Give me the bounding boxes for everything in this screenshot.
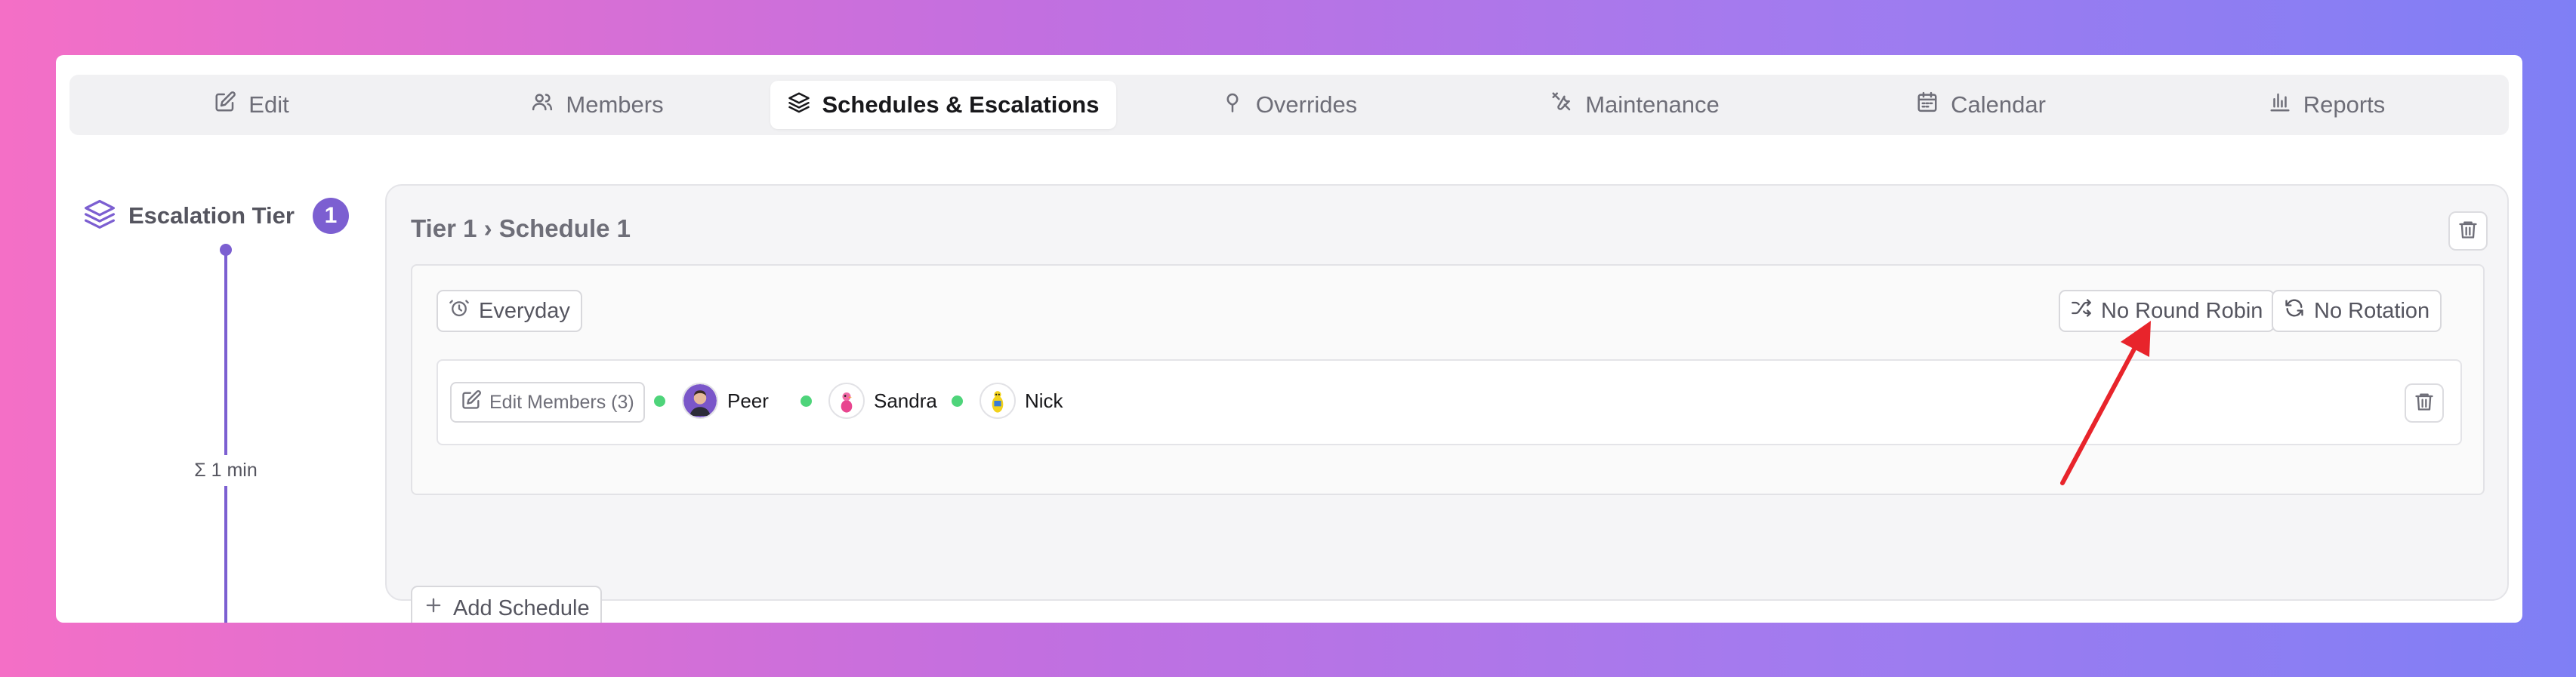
edit-members-button[interactable]: Edit Members (3)	[450, 382, 645, 423]
calendar-icon	[1916, 91, 1939, 119]
trash-icon	[2414, 391, 2435, 416]
refresh-icon	[2284, 297, 2305, 325]
round-robin-label: No Round Robin	[2101, 298, 2263, 323]
edit-members-label: Edit Members (3)	[489, 391, 634, 413]
tab-label: Schedules & Escalations	[822, 91, 1100, 118]
add-schedule-button[interactable]: Add Schedule	[411, 586, 602, 623]
escalation-tier-header: Escalation Tier 1	[83, 197, 349, 234]
tab-members[interactable]: Members	[424, 81, 770, 129]
add-schedule-label: Add Schedule	[453, 595, 590, 620]
plus-icon	[423, 595, 444, 622]
avatar	[979, 383, 1016, 419]
tab-reports[interactable]: Reports	[2154, 81, 2500, 129]
trash-icon	[2457, 219, 2479, 244]
delete-tier-button[interactable]	[2448, 211, 2488, 251]
layers-icon	[788, 91, 810, 119]
online-status-dot	[952, 395, 963, 407]
member-chip[interactable]: Peer	[654, 383, 769, 419]
tab-maintenance[interactable]: Maintenance	[1462, 81, 1808, 129]
schedule-card: Everyday No Round Robin No Rotation Edit…	[411, 264, 2485, 495]
member-name: Nick	[1025, 389, 1063, 412]
tab-overrides[interactable]: Overrides	[1116, 81, 1462, 129]
tier-card-title: Tier 1 › Schedule 1	[411, 214, 631, 242]
tab-schedules-escalations[interactable]: Schedules & Escalations	[770, 81, 1116, 129]
layers-icon	[83, 197, 116, 234]
app-window: Edit Members Schedules & Escalations Ove…	[56, 55, 2522, 623]
tab-label: Overrides	[1255, 91, 1358, 118]
tier-card: Tier 1 › Schedule 1 Everyday No Round Ro…	[385, 184, 2509, 623]
rotation-button[interactable]: No Rotation	[2272, 290, 2442, 332]
users-icon	[531, 91, 554, 119]
pin-icon	[1221, 91, 1244, 119]
tab-label: Calendar	[1951, 91, 2046, 118]
avatar	[828, 383, 865, 419]
tab-bar: Edit Members Schedules & Escalations Ove…	[69, 75, 2509, 135]
escalation-tier-title: Escalation Tier	[128, 202, 295, 229]
everyday-label: Everyday	[479, 298, 570, 323]
edit-icon	[214, 91, 236, 119]
member-name: Peer	[727, 389, 769, 412]
tab-label: Reports	[2303, 91, 2386, 118]
member-chip[interactable]: Nick	[952, 383, 1063, 419]
alarm-clock-icon	[449, 297, 470, 325]
online-status-dot	[801, 395, 812, 407]
timeline-line	[224, 250, 227, 623]
tab-label: Maintenance	[1585, 91, 1720, 118]
delete-members-row-button[interactable]	[2405, 383, 2444, 423]
members-row: Edit Members (3) Peer Sandra Nick	[437, 359, 2462, 445]
shuffle-icon	[2071, 297, 2092, 325]
edit-icon	[461, 389, 482, 416]
tab-label: Members	[566, 91, 664, 118]
online-status-dot	[654, 395, 665, 407]
avatar	[682, 383, 718, 419]
member-name: Sandra	[874, 389, 937, 412]
rotation-label: No Rotation	[2314, 298, 2430, 323]
bar-chart-icon	[2269, 91, 2291, 119]
tier-duration: Σ 1 min	[184, 455, 267, 486]
round-robin-button[interactable]: No Round Robin	[2059, 290, 2275, 332]
tab-calendar[interactable]: Calendar	[1808, 81, 2154, 129]
tab-edit[interactable]: Edit	[79, 81, 424, 129]
tier-number-badge: 1	[312, 197, 349, 234]
tools-icon	[1550, 91, 1573, 119]
everyday-button[interactable]: Everyday	[437, 290, 582, 332]
timeline-dot	[220, 244, 232, 256]
member-chip[interactable]: Sandra	[801, 383, 937, 419]
tab-label: Edit	[248, 91, 289, 118]
